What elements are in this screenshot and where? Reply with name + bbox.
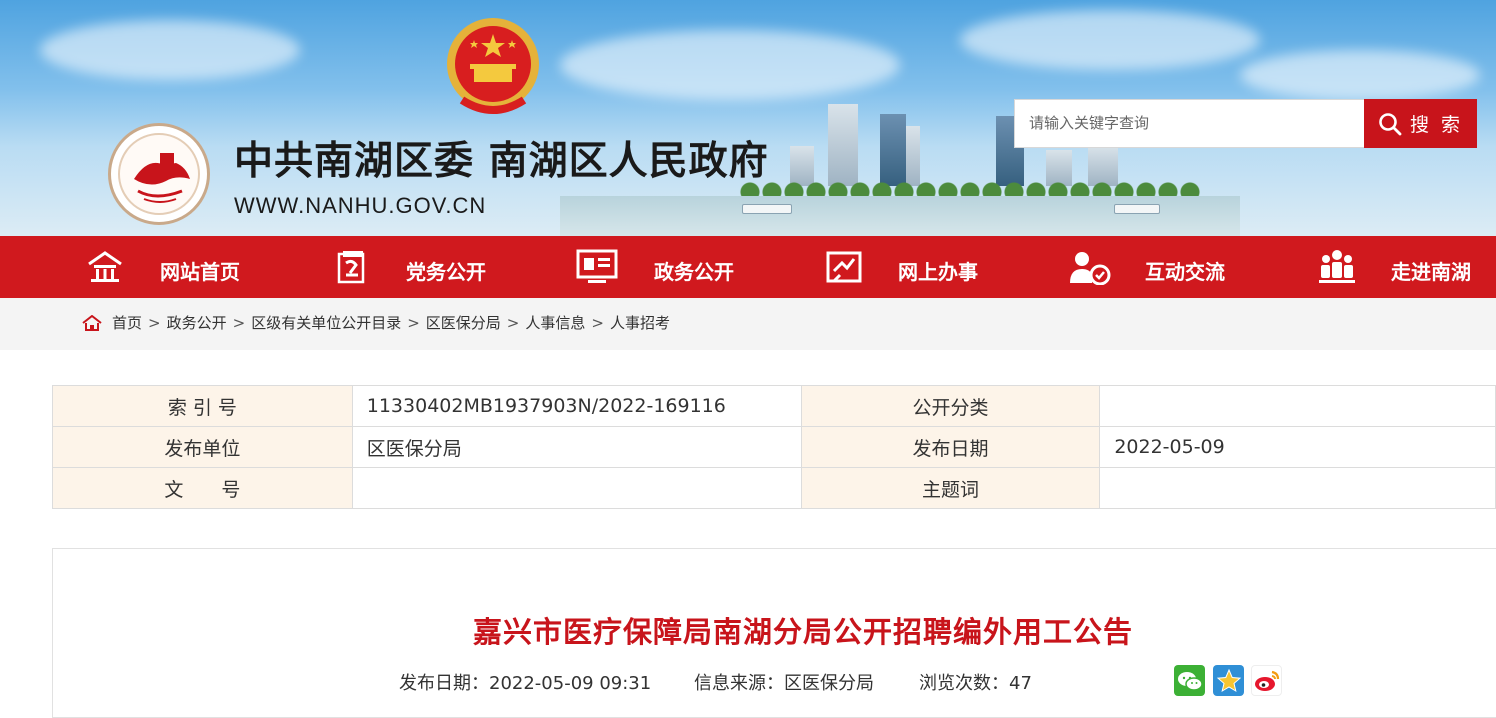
share-qzone-button[interactable] <box>1213 665 1244 696</box>
search-button-label: 搜 索 <box>1409 114 1464 136</box>
breadcrumb-link-personnel-info[interactable]: 人事信息 <box>525 312 585 333</box>
building-decoration <box>880 114 906 186</box>
cloud-decoration <box>560 30 900 100</box>
nav-item-interaction[interactable]: 互动交流 <box>1068 236 1238 298</box>
weibo-icon <box>1254 670 1279 691</box>
district-logo <box>108 123 210 225</box>
nav-label: 网上办事 <box>898 260 978 284</box>
nav-item-home[interactable]: 网站首页 <box>86 236 256 298</box>
nav-item-about-nanhu[interactable]: 走进南湖 <box>1318 236 1478 298</box>
building-decoration <box>828 104 858 186</box>
people-group-icon <box>1319 250 1355 283</box>
breadcrumb-separator: > <box>407 313 420 332</box>
meta-value-doc-number <box>351 467 802 509</box>
home-icon <box>82 314 102 331</box>
breadcrumb-link-government-affairs[interactable]: 政务公开 <box>167 312 227 333</box>
meta-label-keywords: 主题词 <box>800 467 1101 509</box>
table-row: 发布单位 区医保分局 发布日期 2022-05-09 <box>52 426 1496 468</box>
site-url: WWW.NANHU.GOV.CN <box>234 193 487 218</box>
cloud-decoration <box>960 10 1260 70</box>
breadcrumb-separator: > <box>591 313 604 332</box>
boat-decoration <box>1114 204 1160 214</box>
breadcrumb-separator: > <box>506 313 520 332</box>
meta-label-doc-number: 文 号 <box>52 467 353 509</box>
red-boat-logo-icon <box>134 153 190 203</box>
meta-value-keywords <box>1099 467 1496 509</box>
site-title: 中共南湖区委 南湖区人民政府 <box>234 138 769 184</box>
breadcrumb-link-medical-insurance[interactable]: 区医保分局 <box>426 312 501 333</box>
search-button[interactable]: 搜 索 <box>1364 99 1477 148</box>
meta-label-category: 公开分类 <box>800 385 1101 427</box>
breadcrumb-link-home[interactable]: 首页 <box>112 312 142 333</box>
header-banner: 中共南湖区委 南湖区人民政府 WWW.NANHU.GOV.CN 搜 索 <box>0 0 1496 236</box>
document-meta-table: 索 引 号 11330402MB1937903N/2022-169116 公开分… <box>52 385 1496 509</box>
table-row: 文 号 主题词 <box>52 467 1496 509</box>
search-box <box>1014 99 1365 148</box>
article-panel: 嘉兴市医疗保障局南湖分局公开招聘编外用工公告 发布日期：2022-05-09 0… <box>52 548 1496 718</box>
breadcrumb-link-recruitment[interactable]: 人事招考 <box>610 312 670 333</box>
nav-label: 党务公开 <box>406 260 486 284</box>
nav-label: 网站首页 <box>160 260 240 284</box>
nav-item-online-services[interactable]: 网上办事 <box>826 236 996 298</box>
search-input[interactable] <box>1015 100 1364 147</box>
qzone-star-icon <box>1216 668 1241 692</box>
meta-value-publish-date: 2022-05-09 <box>1099 426 1496 468</box>
nav-item-party-affairs[interactable]: 党务公开 <box>336 236 506 298</box>
national-emblem-icon <box>447 18 539 114</box>
nav-label: 政务公开 <box>654 260 734 284</box>
meta-label-index: 索 引 号 <box>52 385 353 427</box>
article-view-count: 浏览次数：47 <box>919 673 1032 694</box>
article-title: 嘉兴市医疗保障局南湖分局公开招聘编外用工公告 <box>472 615 1133 649</box>
boat-decoration <box>742 204 792 214</box>
search-icon <box>1379 112 1402 135</box>
cloud-decoration <box>1240 50 1480 100</box>
meta-value-index: 11330402MB1937903N/2022-169116 <box>351 385 802 427</box>
share-wechat-button[interactable] <box>1174 665 1205 696</box>
nav-item-government-affairs[interactable]: 政务公开 <box>576 236 756 298</box>
main-nav: 网站首页 党务公开 政务公开 网上办事 互动交流 走进南湖 <box>0 236 1496 298</box>
breadcrumb-bar: 首页 > 政务公开 > 区级有关单位公开目录 > 区医保分局 > 人事信息 > … <box>0 298 1496 350</box>
wechat-icon <box>1177 671 1203 691</box>
building-decoration <box>906 126 920 186</box>
online-service-icon <box>826 251 862 283</box>
interaction-icon <box>1070 252 1111 285</box>
party-flag-icon <box>337 251 365 284</box>
nav-label: 走进南湖 <box>1391 260 1471 284</box>
home-icon <box>88 251 122 282</box>
breadcrumb: 首页 > 政务公开 > 区级有关单位公开目录 > 区医保分局 > 人事信息 > … <box>82 312 670 333</box>
meta-label-publisher: 发布单位 <box>52 426 353 468</box>
meta-value-category <box>1099 385 1496 427</box>
share-weibo-button[interactable] <box>1251 665 1282 696</box>
article-publish-date: 发布日期：2022-05-09 09:31 <box>399 673 652 694</box>
nav-label: 互动交流 <box>1145 260 1225 284</box>
breadcrumb-separator: > <box>232 313 246 332</box>
lake-decoration <box>560 196 1240 236</box>
meta-label-publish-date: 发布日期 <box>800 426 1101 468</box>
table-row: 索 引 号 11330402MB1937903N/2022-169116 公开分… <box>52 385 1496 427</box>
article-source: 信息来源：区医保分局 <box>694 673 874 694</box>
document-screen-icon <box>576 249 618 283</box>
meta-value-publisher: 区医保分局 <box>351 426 802 468</box>
breadcrumb-link-directory[interactable]: 区级有关单位公开目录 <box>251 312 401 333</box>
breadcrumb-separator: > <box>148 313 161 332</box>
cloud-decoration <box>40 20 300 80</box>
